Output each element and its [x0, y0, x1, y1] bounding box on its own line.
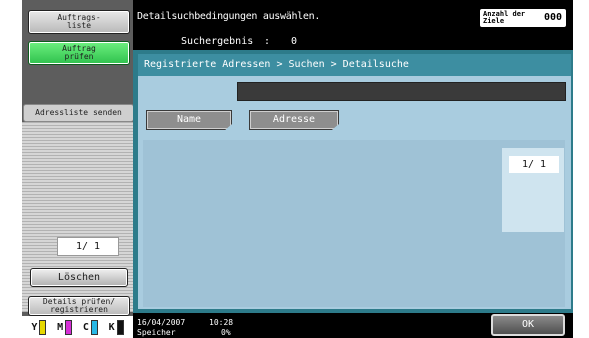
toner-cyan: C [82, 319, 98, 335]
toner-magenta-bar [65, 319, 73, 335]
breadcrumb: Registrierte Adressen > Suchen > Details… [138, 54, 571, 76]
left-panel: Auftrags- liste Auftrag prüfen Adresslis… [22, 0, 134, 338]
memory-value: 0% [221, 328, 231, 337]
destination-counter-value: 000 [543, 12, 562, 23]
job-list-button[interactable]: Auftrags- liste [28, 10, 130, 34]
address-search-button[interactable]: Adresse [249, 110, 339, 130]
left-page-indicator: 1/ 1 [57, 237, 119, 256]
toner-yellow-label: Y [31, 321, 38, 333]
toner-magenta: M [57, 319, 73, 335]
detail-search-panel: Registrierte Adressen > Suchen > Details… [138, 54, 571, 309]
toner-levels: Y M C K [22, 316, 133, 338]
search-result-colon: : [264, 36, 271, 47]
toner-cyan-label: C [82, 321, 89, 333]
check-job-button[interactable]: Auftrag prüfen [28, 41, 130, 65]
search-input[interactable] [237, 82, 566, 101]
check-register-details-button[interactable]: Details prüfen/ registrieren [28, 296, 130, 316]
name-search-button[interactable]: Name [146, 110, 232, 130]
destination-counter: Anzahl der Ziele 000 [480, 9, 566, 27]
date-text: 16/04/2007 [137, 318, 186, 327]
page-indicator: 1/ 1 [509, 156, 559, 173]
search-result-count: 0 [291, 36, 298, 47]
toner-yellow: Y [31, 319, 47, 335]
memory-label: Speicher [137, 328, 176, 337]
page-panel: 1/ 1 [502, 148, 564, 232]
toner-yellow-bar [39, 319, 47, 335]
send-address-list-button[interactable]: Adressliste senden [23, 104, 134, 122]
instruction-text: Detailsuchbedingungen auswählen. [137, 11, 321, 22]
destination-counter-label: Anzahl der Ziele [483, 10, 526, 25]
toner-black-bar [116, 319, 124, 335]
ok-button[interactable]: OK [491, 314, 565, 336]
time-text: 10:28 [209, 318, 234, 327]
delete-button[interactable]: Löschen [30, 268, 128, 287]
toner-black-label: K [108, 321, 115, 333]
search-result-label: Suchergebnis [181, 36, 254, 47]
main-panel: Registrierte Adressen > Suchen > Details… [133, 50, 573, 313]
toner-black: K [108, 319, 124, 335]
toner-magenta-label: M [57, 321, 64, 333]
status-footer: 16/04/2007 10:28 Speicher 0% OK [133, 313, 573, 338]
header-bar: Detailsuchbedingungen auswählen. Sucherg… [133, 0, 573, 50]
toner-cyan-bar [90, 319, 98, 335]
